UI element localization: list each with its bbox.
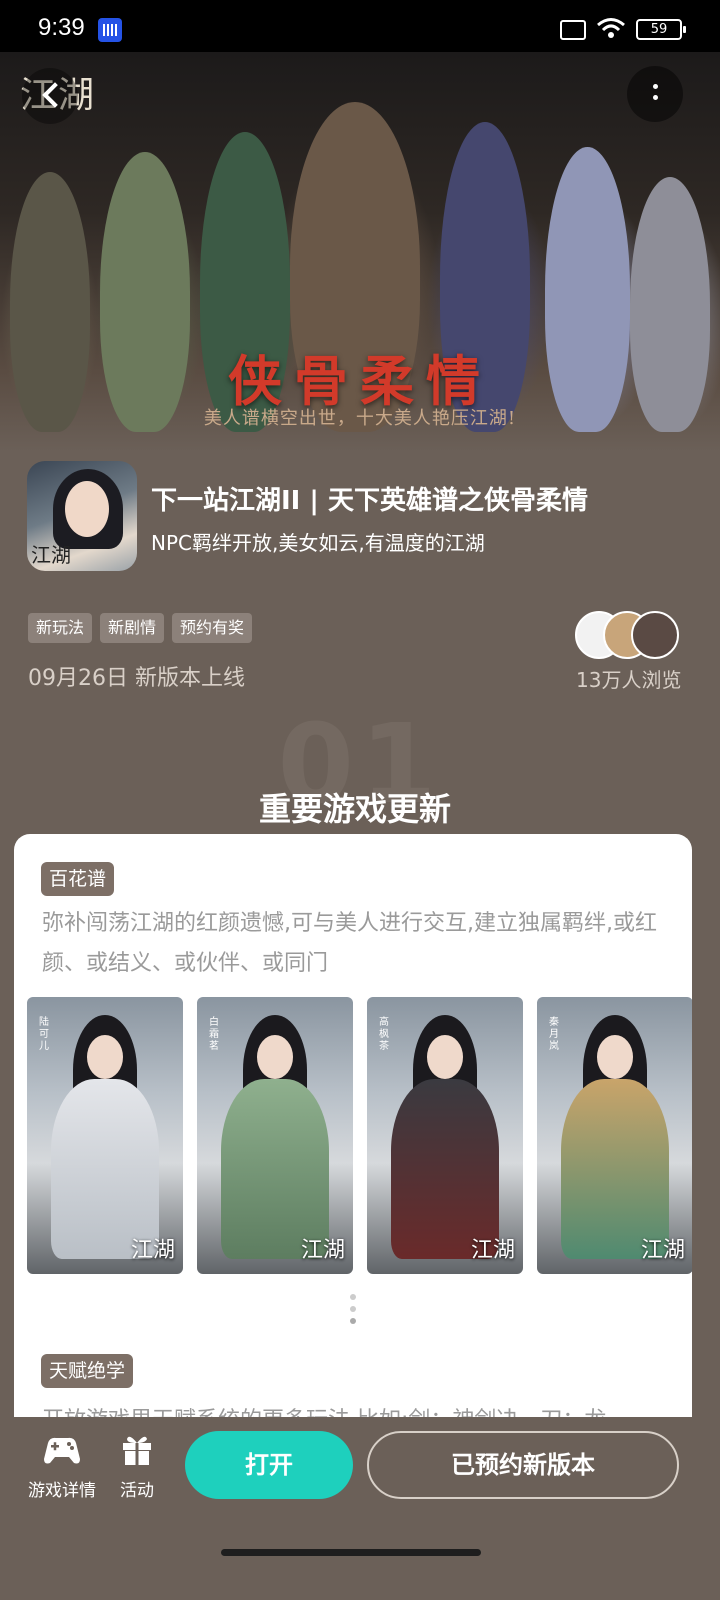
back-button[interactable] <box>22 68 78 124</box>
game-icon[interactable]: 江湖 <box>27 461 137 571</box>
portrait-name: 陆可儿 <box>39 1017 49 1052</box>
portrait-name: 秦月岚 <box>549 1017 559 1052</box>
portrait-logo: 江湖 <box>300 1238 345 1263</box>
home-indicator[interactable] <box>221 1549 481 1556</box>
badge-flower-list: 百花谱 <box>41 862 115 896</box>
viewer-avatars <box>575 611 685 659</box>
portrait-card[interactable]: 陆可儿 江湖 <box>27 997 183 1274</box>
reserved-new-version-button[interactable]: 已预约新版本 <box>367 1431 679 1499</box>
tag-reservation-reward: 预约有奖 <box>172 613 253 643</box>
tag-new-story: 新剧情 <box>100 613 165 643</box>
no-sim-icon <box>560 20 586 40</box>
game-details-label: 游戏详情 <box>28 1481 96 1501</box>
wifi-icon <box>597 18 625 38</box>
activity-label: 活动 <box>120 1481 154 1501</box>
game-title: 下一站江湖II | 天下英雄谱之侠骨柔情 <box>151 486 588 516</box>
portrait-name: 白霜茗 <box>209 1017 219 1052</box>
badge-talent-skills: 天赋绝学 <box>41 1354 134 1388</box>
view-count: 13万人浏览 <box>576 668 682 692</box>
notification-app-icon <box>98 18 122 42</box>
hero-slogan: 美人谱横空出世，十大美人艳压江湖! <box>203 408 517 429</box>
game-details-tab[interactable]: 游戏详情 <box>28 1433 96 1501</box>
carousel-indicator <box>348 1294 358 1334</box>
tag-new-gameplay: 新玩法 <box>28 613 93 643</box>
portrait-face <box>427 1035 463 1079</box>
portrait-card[interactable]: 秦月岚 江湖 <box>537 997 692 1274</box>
portrait-logo: 江湖 <box>470 1238 515 1263</box>
avatar <box>631 611 679 659</box>
portrait-card[interactable]: 高枫茶 江湖 <box>367 997 523 1274</box>
status-time: 9:39 <box>38 14 85 41</box>
more-dot-icon <box>653 95 658 100</box>
more-dot-icon <box>653 84 658 89</box>
activity-tab[interactable]: 活动 <box>116 1433 158 1501</box>
update-card: 百花谱 弥补闯荡江湖的红颜遗憾,可与美人进行交互,建立独属羁绊,或红颜、或结义、… <box>14 834 692 1454</box>
portrait-logo: 江湖 <box>640 1238 685 1263</box>
portrait-name: 高枫茶 <box>379 1017 389 1052</box>
indicator-dot <box>350 1318 356 1324</box>
flower-list-description: 弥补闯荡江湖的红颜遗憾,可与美人进行交互,建立独属羁绊,或红颜、或结义、或伙伴、… <box>42 911 657 976</box>
portrait-logo: 江湖 <box>130 1238 175 1263</box>
portrait-face <box>597 1035 633 1079</box>
indicator-dot <box>350 1306 356 1312</box>
gamepad-icon <box>44 1437 80 1464</box>
status-bar: 9:39 59 <box>0 0 720 52</box>
bottom-action-bar: 游戏详情 活动 打开 已预约新版本 <box>0 1417 720 1600</box>
indicator-dot <box>350 1294 356 1300</box>
icon-logo: 江湖 <box>31 543 71 567</box>
portrait-card[interactable]: 白霜茗 江湖 <box>197 997 353 1274</box>
portrait-face <box>87 1035 123 1079</box>
release-date: 09月26日 新版本上线 <box>28 666 245 691</box>
battery-icon: 59 <box>636 19 686 40</box>
section-title: 重要游戏更新 <box>258 790 451 828</box>
portrait-face <box>257 1035 293 1079</box>
game-subtitle: NPC羁绊开放,美女如云,有温度的江湖 <box>151 531 485 555</box>
hero-banner: 江湖 侠骨柔情 美人谱横空出世，十大美人艳压江湖! <box>0 52 720 452</box>
open-button[interactable]: 打开 <box>185 1431 353 1499</box>
gift-icon <box>123 1436 151 1465</box>
icon-face <box>65 481 109 537</box>
more-options-button[interactable] <box>627 66 683 122</box>
